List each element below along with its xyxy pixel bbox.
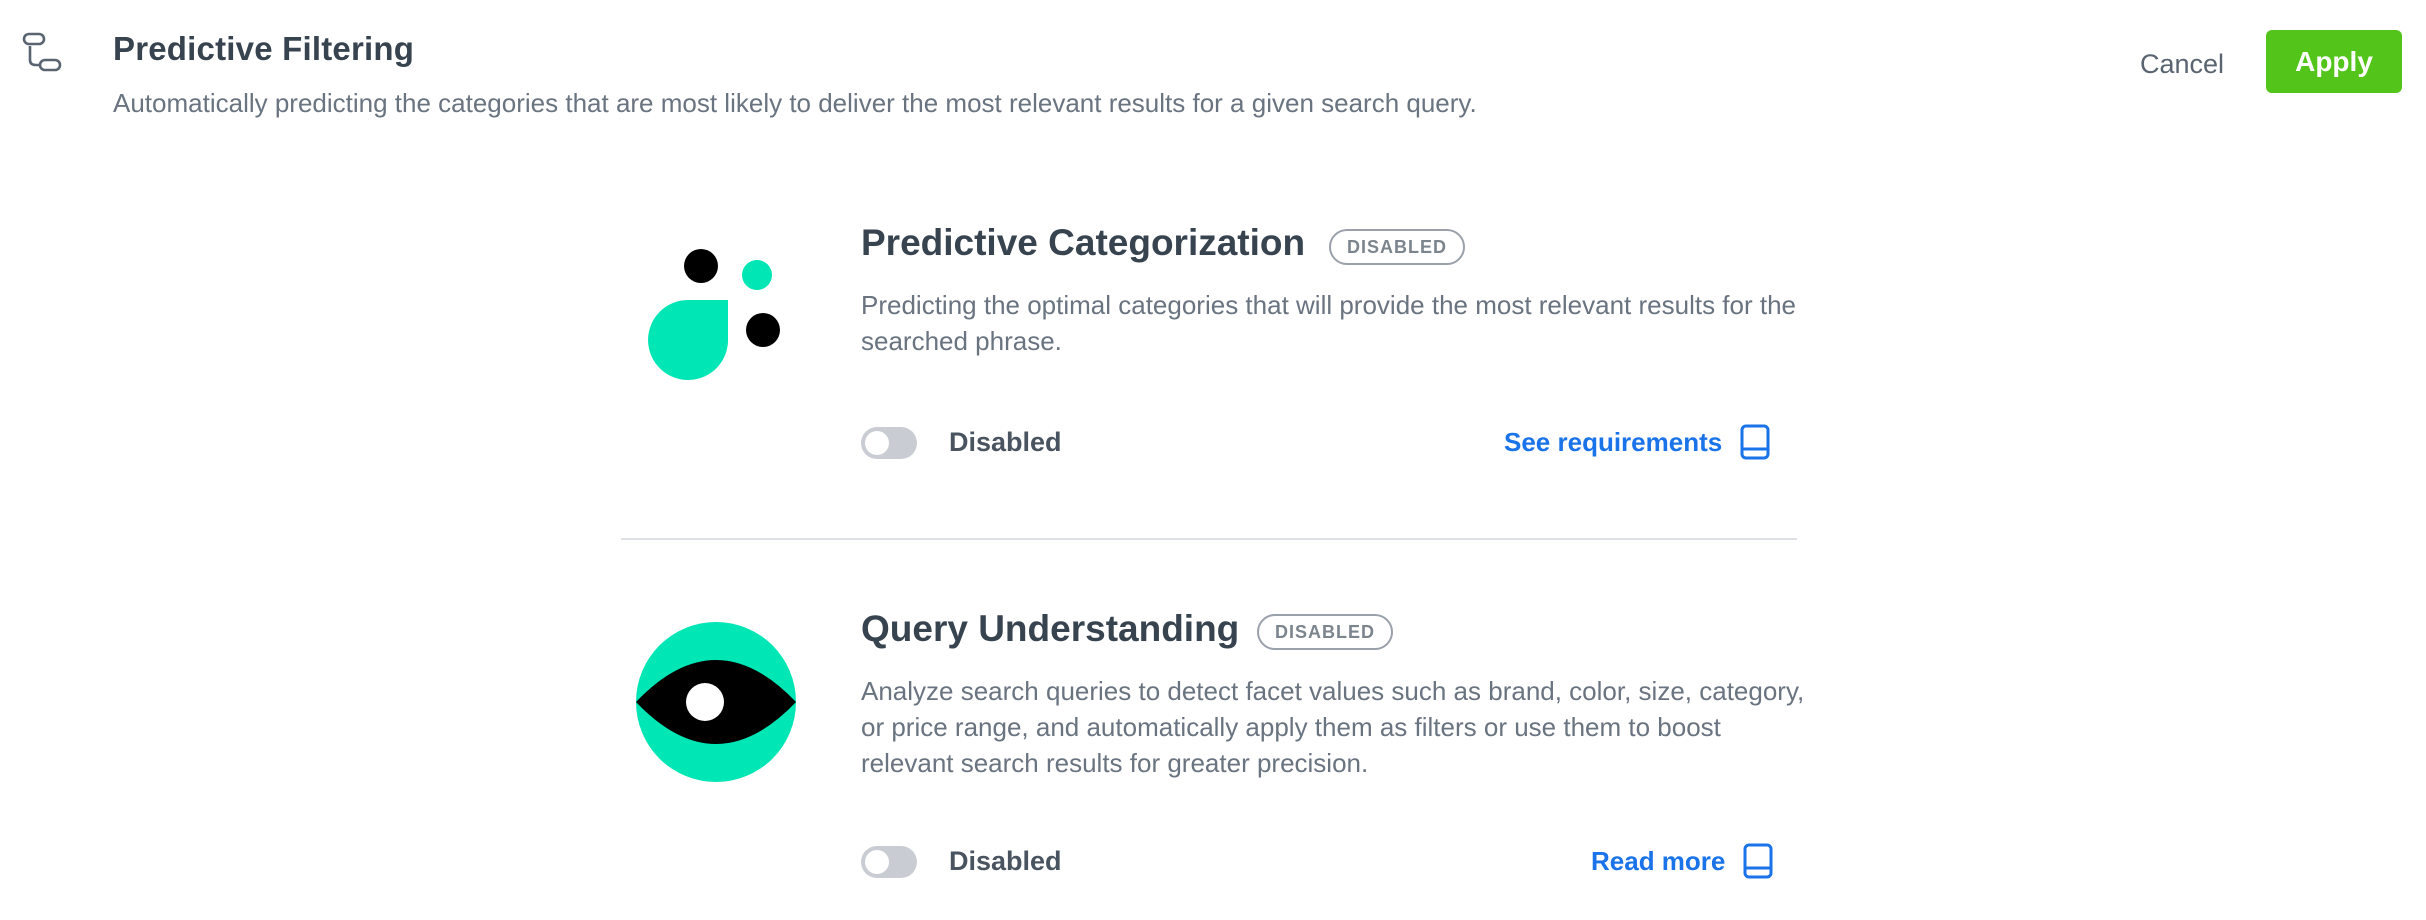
status-badge: DISABLED (1329, 229, 1466, 265)
page-title: Predictive Filtering (113, 30, 415, 67)
page-subtitle: Automatically predicting the categories … (113, 88, 1477, 118)
feature-description: Analyze search queries to detect facet v… (861, 676, 1805, 778)
feature-description: Predicting the optimal categories that w… (861, 290, 1797, 356)
status-badge: DISABLED (1257, 614, 1394, 650)
section-divider (621, 538, 1797, 540)
predictive-categorization-illustration (648, 249, 780, 380)
see-requirements-link[interactable]: See requirements (1504, 424, 1770, 460)
apply-button[interactable]: Apply (2266, 30, 2402, 93)
read-more-link[interactable]: Read more (1591, 843, 1773, 879)
feature-title-query-understanding: Query Understanding (861, 608, 1240, 649)
flow-steps-icon (22, 32, 62, 72)
toggle-knob (865, 431, 889, 455)
book-icon (1743, 843, 1773, 879)
query-understanding-toggle[interactable] (861, 846, 917, 878)
link-label: Read more (1591, 845, 1726, 876)
toggle-knob (865, 850, 889, 874)
toggle-label: Disabled (949, 846, 1062, 876)
cancel-button[interactable]: Cancel (2124, 44, 2240, 84)
predictive-categorization-toggle[interactable] (861, 427, 917, 459)
toggle-label: Disabled (949, 427, 1062, 457)
link-label: See requirements (1504, 426, 1723, 457)
query-understanding-illustration (636, 622, 796, 782)
book-icon (1740, 424, 1770, 460)
predictive-filtering-page: Predictive Filtering Automatically predi… (0, 0, 2426, 920)
feature-title-predictive-categorization: Predictive Categorization (861, 222, 1306, 263)
